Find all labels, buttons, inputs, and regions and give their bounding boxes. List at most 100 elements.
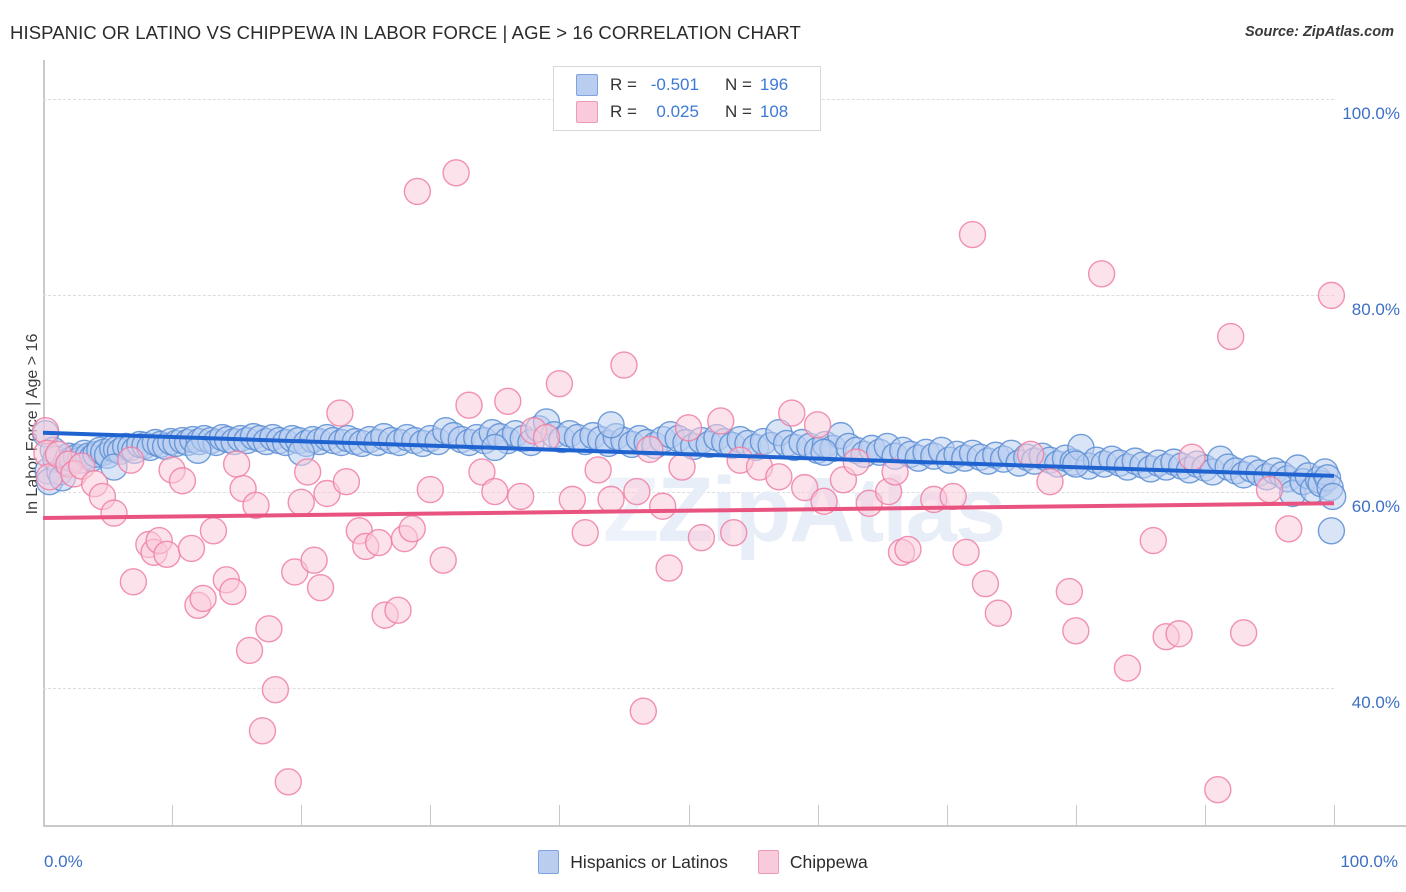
data-point xyxy=(153,540,181,569)
page-title: HISPANIC OR LATINO VS CHIPPEWA IN LABOR … xyxy=(10,22,801,43)
data-point xyxy=(623,477,651,506)
data-point xyxy=(1165,620,1193,648)
data-point xyxy=(100,499,128,527)
legend-swatch-hispanics-icon xyxy=(538,850,560,874)
data-point xyxy=(571,519,599,547)
trendline xyxy=(42,501,1335,521)
data-point xyxy=(1087,260,1116,288)
legend-swatch-chippewa-icon xyxy=(757,850,779,874)
x-axis-tick xyxy=(172,805,174,825)
data-point xyxy=(326,399,354,427)
data-point xyxy=(274,768,302,796)
data-point xyxy=(429,546,457,574)
r-label-chippewa: R = xyxy=(610,102,637,121)
data-point xyxy=(1113,654,1142,682)
legend-item-hispanics[interactable]: Hispanics or Latinos xyxy=(538,850,728,874)
y-axis-label: 100.0% xyxy=(1342,104,1400,124)
data-point xyxy=(235,636,264,665)
data-point xyxy=(117,446,145,474)
data-point xyxy=(810,438,838,467)
x-axis-tick xyxy=(43,805,44,825)
data-point xyxy=(1062,617,1090,645)
data-point xyxy=(506,482,535,511)
data-point xyxy=(403,177,432,206)
data-point xyxy=(384,596,412,624)
data-point xyxy=(648,492,677,520)
data-point xyxy=(719,519,748,547)
data-point xyxy=(971,570,1000,598)
correlation-stats-box: R = -0.501 N = 196 R = 0.025 N = 108 xyxy=(553,66,821,131)
data-point xyxy=(177,534,206,563)
data-point xyxy=(398,515,426,543)
series-swatch-hispanics-icon xyxy=(576,74,598,96)
data-point xyxy=(1139,526,1167,555)
data-point xyxy=(687,523,716,552)
x-axis-tick xyxy=(301,805,303,825)
data-point xyxy=(1036,468,1064,496)
data-point xyxy=(894,535,922,564)
series-swatch-chippewa-icon xyxy=(576,101,598,123)
r-label-hispanics: R = xyxy=(610,75,637,94)
n-label-hispanics: N = xyxy=(724,75,752,94)
y-axis-label: 80.0% xyxy=(1351,300,1400,320)
x-axis-tick xyxy=(430,805,432,825)
legend-label-chippewa: Chippewa xyxy=(789,851,868,872)
x-axis-line xyxy=(43,825,1406,827)
data-point xyxy=(707,407,735,435)
data-point xyxy=(189,584,217,613)
y-axis-label: 40.0% xyxy=(1351,692,1400,712)
data-point xyxy=(332,468,361,496)
n-value-chippewa: 108 xyxy=(759,102,789,121)
data-point xyxy=(778,399,806,427)
data-point xyxy=(455,391,483,419)
data-point xyxy=(668,453,696,481)
data-point xyxy=(545,369,574,398)
data-point xyxy=(532,423,561,452)
plot-area: ZZipAtlas xyxy=(31,60,1347,825)
data-point xyxy=(184,436,212,465)
data-point xyxy=(287,488,315,517)
data-point xyxy=(1217,322,1245,351)
data-point xyxy=(1016,440,1045,468)
legend-item-chippewa[interactable]: Chippewa xyxy=(757,850,868,874)
data-point xyxy=(610,351,638,379)
data-point xyxy=(248,717,277,745)
data-point xyxy=(1178,443,1206,471)
r-value-chippewa: 0.025 xyxy=(656,102,699,121)
data-point xyxy=(629,697,658,725)
scatter-points-layer xyxy=(31,159,1347,804)
data-point xyxy=(1317,517,1346,545)
data-point xyxy=(1055,577,1084,606)
data-point xyxy=(1204,775,1232,804)
data-point xyxy=(222,450,251,478)
x-axis-tick xyxy=(559,805,561,825)
data-point xyxy=(1319,482,1347,511)
data-point xyxy=(199,517,228,545)
data-point xyxy=(584,456,612,484)
correlation-chart: HISPANIC OR LATINO VS CHIPPEWA IN LABOR … xyxy=(0,0,1406,892)
data-point xyxy=(261,675,290,704)
data-point xyxy=(636,435,664,464)
r-value-hispanics: -0.501 xyxy=(650,75,699,94)
y-axis-label: 60.0% xyxy=(1351,496,1400,516)
data-point xyxy=(306,573,335,602)
data-point xyxy=(1062,450,1090,478)
data-point xyxy=(1275,515,1303,543)
data-point xyxy=(558,485,587,514)
data-point xyxy=(765,463,793,491)
data-point xyxy=(1255,475,1284,504)
data-point xyxy=(958,220,987,249)
n-value-hispanics: 196 xyxy=(759,75,789,94)
data-point xyxy=(481,477,509,506)
x-axis-tick xyxy=(817,805,819,825)
x-axis-tick xyxy=(1334,805,1335,825)
data-point xyxy=(1229,619,1258,647)
data-point xyxy=(255,615,283,643)
legend-label-hispanics: Hispanics or Latinos xyxy=(570,851,728,872)
data-point xyxy=(168,467,197,495)
data-point xyxy=(364,528,393,557)
data-point xyxy=(1317,281,1346,310)
source-attribution: Source: ZipAtlas.com xyxy=(1244,24,1394,40)
data-point xyxy=(119,568,148,596)
data-point xyxy=(300,546,328,574)
